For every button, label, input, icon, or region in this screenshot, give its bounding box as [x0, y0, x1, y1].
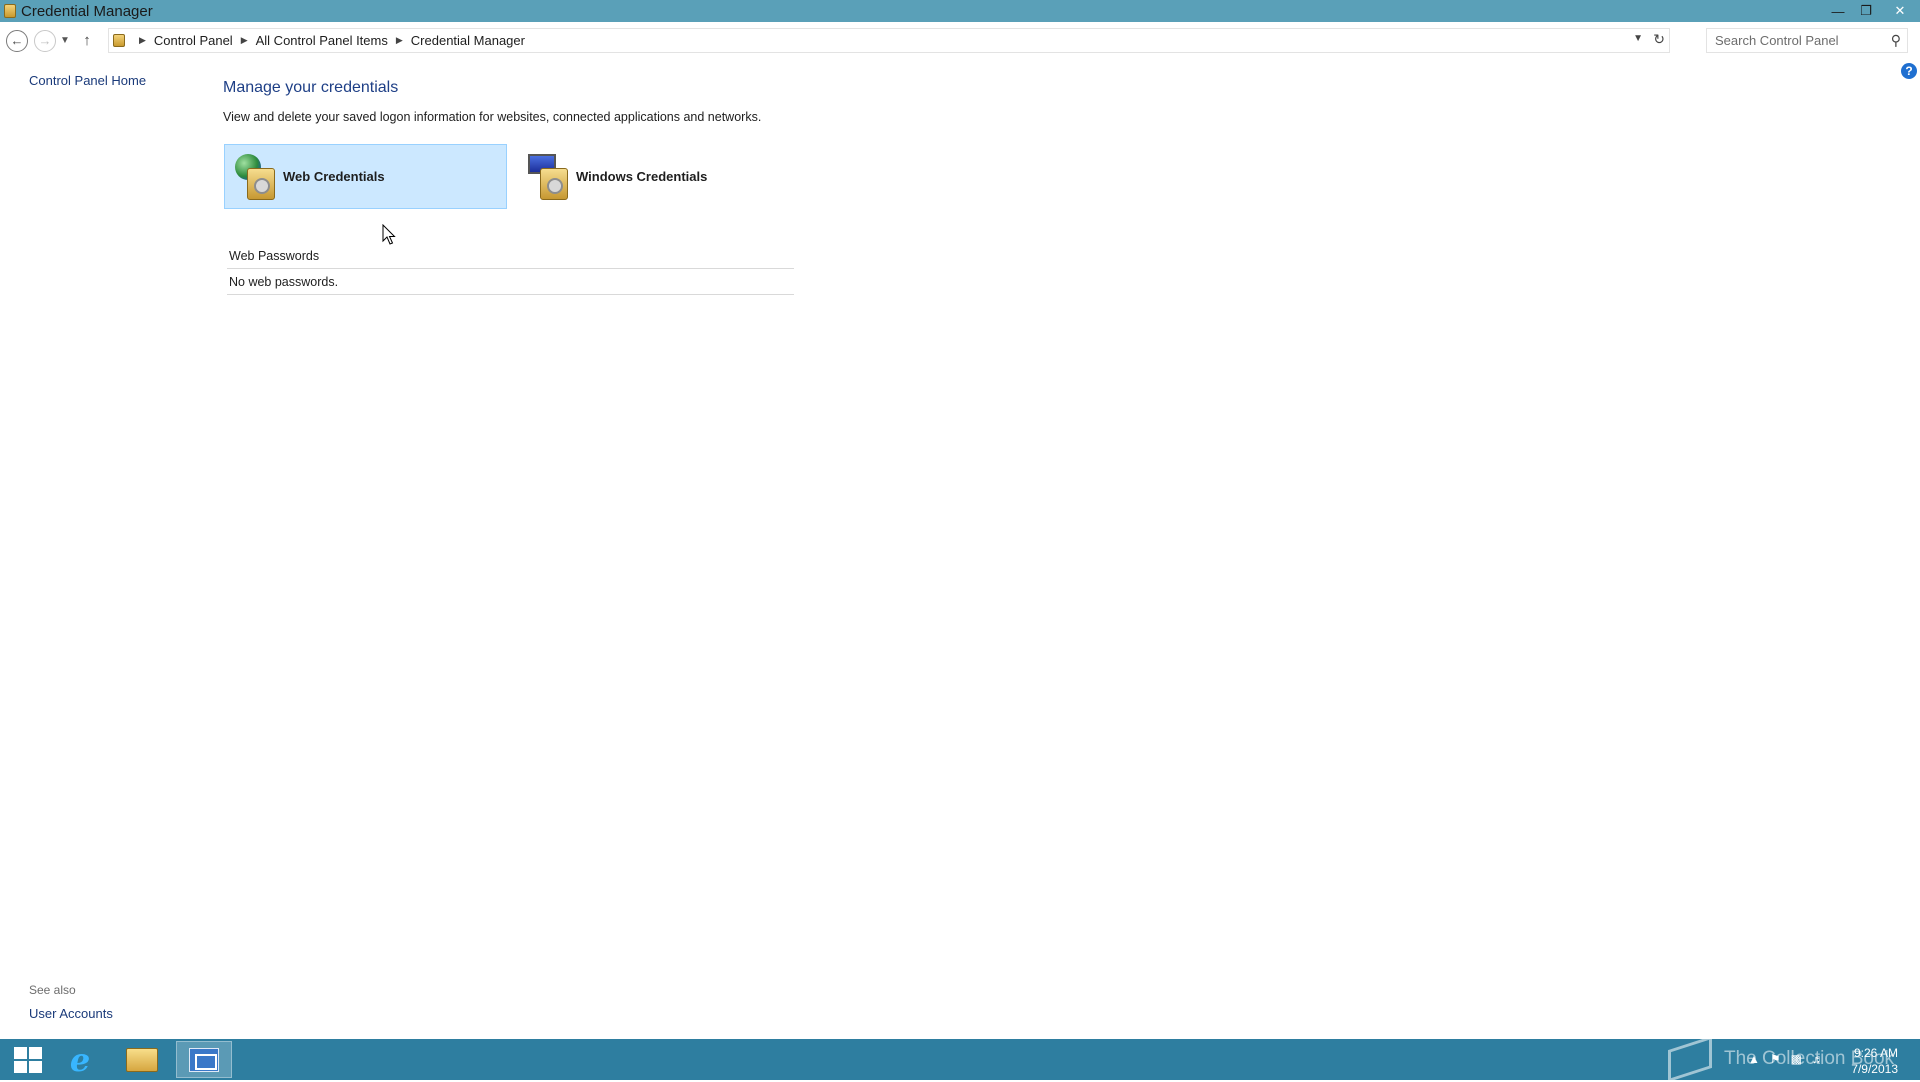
- crumb-all-control-panel-items[interactable]: All Control Panel Items: [256, 33, 388, 48]
- breadcrumb[interactable]: ▶ Control Panel ▶ All Control Panel Item…: [108, 28, 1670, 53]
- globe-vault-icon: [233, 152, 281, 202]
- windows-credentials-label: Windows Credentials: [576, 169, 708, 184]
- refresh-icon[interactable]: ↻: [1653, 31, 1665, 48]
- chevron-right-icon[interactable]: ▶: [241, 35, 248, 46]
- chevron-right-icon[interactable]: ▶: [139, 35, 146, 46]
- address-dropdown-icon[interactable]: ▼: [1633, 33, 1643, 44]
- up-button[interactable]: ↑: [76, 30, 98, 52]
- clock-time: 9:26 AM: [1853, 1046, 1898, 1060]
- window-title: Credential Manager: [21, 2, 153, 20]
- chevron-down-icon: ▼: [60, 35, 70, 46]
- credential-manager-icon: [4, 4, 16, 18]
- page-description: View and delete your saved logon informa…: [223, 110, 762, 124]
- help-icon[interactable]: ?: [1901, 63, 1917, 79]
- chevron-right-icon[interactable]: ▶: [396, 35, 403, 46]
- web-credentials-tile[interactable]: Web Credentials: [224, 144, 507, 209]
- taskbar: e: [0, 1039, 1920, 1080]
- see-also-label: See also: [29, 983, 76, 997]
- minimize-button[interactable]: —: [1824, 0, 1852, 22]
- crumb-control-panel[interactable]: Control Panel: [154, 33, 233, 48]
- title-bar: Credential Manager — ❐ ✕: [0, 0, 1920, 22]
- recent-locations-button[interactable]: ▼: [56, 30, 74, 52]
- taskbar-file-explorer[interactable]: [114, 1041, 170, 1078]
- system-tray: ▲ ⚑ ▩ ♬: [1748, 1052, 1824, 1066]
- back-button[interactable]: ←: [6, 29, 28, 52]
- show-hidden-icons-icon[interactable]: ▲: [1748, 1052, 1760, 1066]
- page-title: Manage your credentials: [223, 79, 399, 96]
- no-web-passwords-text: No web passwords.: [229, 275, 339, 289]
- control-panel-icon: [189, 1047, 219, 1072]
- user-accounts-link[interactable]: User Accounts: [29, 1006, 113, 1021]
- forward-arrow-icon: →: [38, 33, 52, 48]
- start-button[interactable]: [0, 1041, 56, 1078]
- taskbar-internet-explorer[interactable]: e: [52, 1040, 108, 1079]
- file-explorer-icon: [126, 1047, 158, 1072]
- close-button[interactable]: ✕: [1880, 0, 1920, 22]
- restore-button[interactable]: ❐: [1852, 0, 1880, 22]
- action-center-flag-icon[interactable]: ⚑: [1770, 1052, 1781, 1066]
- crumb-credential-manager[interactable]: Credential Manager: [411, 33, 525, 48]
- forward-button[interactable]: →: [34, 29, 56, 52]
- network-icon[interactable]: ▩: [1791, 1052, 1802, 1066]
- control-panel-home-link[interactable]: Control Panel Home: [29, 73, 146, 88]
- window-controls: — ❐ ✕: [1824, 0, 1920, 22]
- clock-date: 7/9/2013: [1851, 1062, 1898, 1076]
- section-divider: [227, 268, 794, 269]
- clock[interactable]: 9:26 AM 7/9/2013: [1851, 1045, 1898, 1077]
- search-box[interactable]: ⚲: [1706, 28, 1908, 53]
- control-panel-crumb-icon: [113, 34, 125, 47]
- navigation-bar: ← → ▼ ↑ ▶ Control Panel ▶ All Control Pa…: [0, 22, 1920, 59]
- monitor-vault-icon: [526, 152, 574, 202]
- volume-icon[interactable]: ♬: [1812, 1052, 1824, 1066]
- web-credentials-label: Web Credentials: [283, 169, 385, 184]
- search-input[interactable]: [1713, 30, 1883, 51]
- windows-logo-icon: [14, 1046, 42, 1073]
- left-pane: Control Panel Home See also User Account…: [0, 59, 200, 1039]
- up-arrow-icon: ↑: [83, 32, 91, 49]
- taskbar-control-panel[interactable]: [176, 1041, 232, 1078]
- search-icon[interactable]: ⚲: [1891, 32, 1901, 49]
- back-arrow-icon: ←: [10, 33, 24, 48]
- mouse-pointer-icon: [382, 224, 396, 245]
- windows-credentials-tile[interactable]: Windows Credentials: [518, 144, 801, 209]
- section-divider: [227, 294, 794, 295]
- internet-explorer-icon: e: [69, 1040, 91, 1079]
- web-passwords-heading[interactable]: Web Passwords: [229, 249, 319, 263]
